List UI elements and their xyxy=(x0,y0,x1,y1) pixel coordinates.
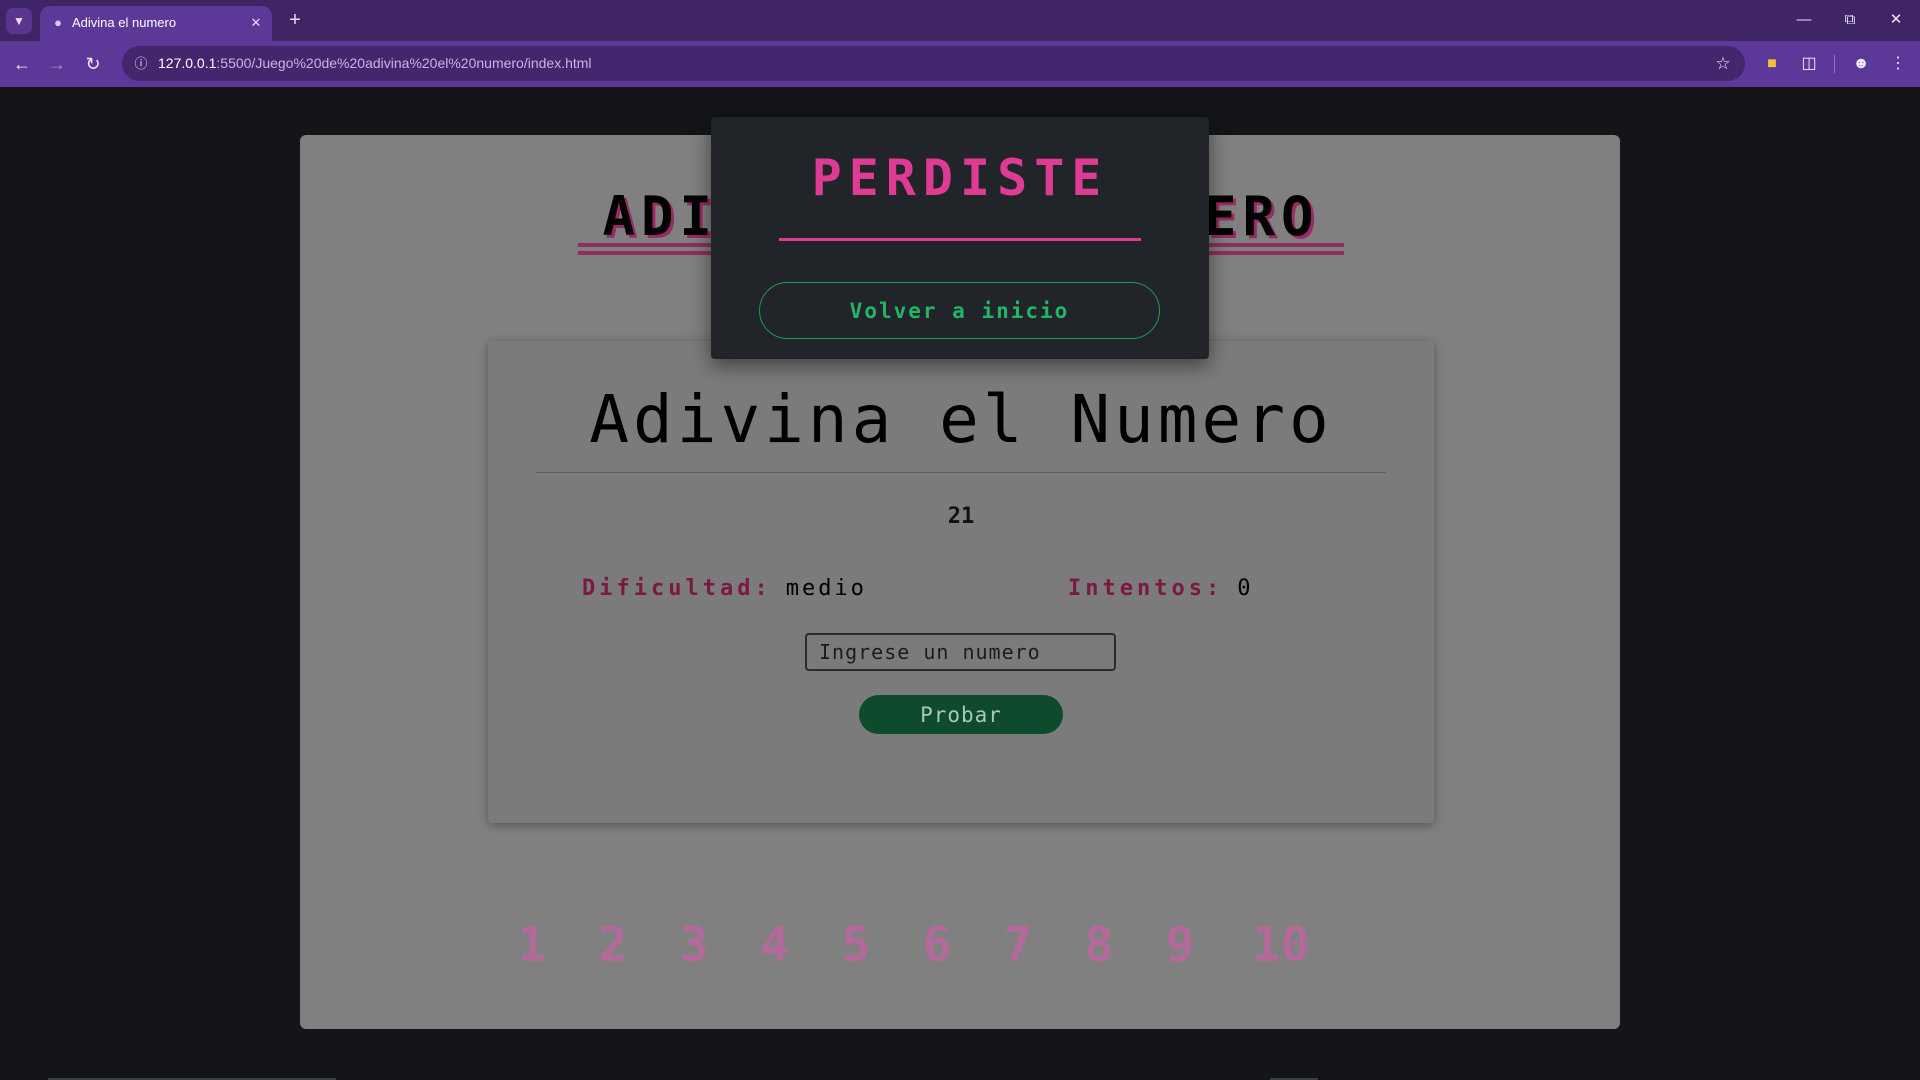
lost-modal: PERDISTE Volver a inicio xyxy=(711,117,1209,359)
try-button[interactable]: Probar xyxy=(859,695,1063,734)
attempts-value: 0 xyxy=(1237,576,1254,601)
url-text: 127.0.0.1:5500/Juego%20de%20adivina%20el… xyxy=(158,55,592,71)
new-tab-button[interactable]: + xyxy=(282,8,308,34)
number-item: 4 xyxy=(760,917,790,973)
difficulty-stat: Dificultad: medio xyxy=(582,576,867,601)
attempts-stat: Intentos: 0 xyxy=(1068,576,1253,601)
guess-input[interactable] xyxy=(805,633,1116,671)
back-to-home-button[interactable]: Volver a inicio xyxy=(759,282,1160,339)
number-item: 3 xyxy=(679,917,709,973)
page-viewport: ADI ERO Adivina el Numero 21 Dificultad: m… xyxy=(0,87,1920,1080)
modal-title: PERDISTE xyxy=(811,149,1109,207)
arrow-right-icon: → xyxy=(48,54,66,74)
extensions-button[interactable]: ◫ xyxy=(1795,50,1823,78)
number-item: 5 xyxy=(841,917,871,973)
number-item: 9 xyxy=(1165,917,1195,973)
url-path: :5500/Juego%20de%20adivina%20el%20numero… xyxy=(216,55,592,71)
number-item: 10 xyxy=(1252,917,1310,973)
incognito-icon: ● xyxy=(54,15,62,30)
number-item: 7 xyxy=(1003,917,1033,973)
person-icon: ☻ xyxy=(1852,55,1870,72)
modal-title-underline xyxy=(779,238,1141,241)
browser-toolbar: ← → ↻ ⓘ 127.0.0.1:5500/Juego%20de%20adiv… xyxy=(0,41,1920,87)
tab-close-button[interactable]: ✕ xyxy=(246,13,266,33)
tab-search-button[interactable]: ▼ xyxy=(6,8,32,34)
chevron-down-icon: ▼ xyxy=(13,14,25,28)
close-icon: ✕ xyxy=(1889,11,1903,28)
kebab-icon: ⋮ xyxy=(1890,55,1906,72)
page-title-left: ADI xyxy=(602,185,718,248)
number-item: 6 xyxy=(922,917,952,973)
forward-button[interactable]: → xyxy=(43,50,71,78)
reload-button[interactable]: ↻ xyxy=(79,50,107,78)
number-item: 1 xyxy=(517,917,547,973)
minimize-icon: — xyxy=(1796,11,1812,28)
close-icon: ✕ xyxy=(250,15,262,30)
url-host: 127.0.0.1 xyxy=(158,55,217,71)
plus-icon: + xyxy=(289,9,301,31)
attempts-label: Intentos: xyxy=(1068,576,1224,601)
tab-title: Adivina el numero xyxy=(72,15,177,30)
back-button[interactable]: ← xyxy=(8,50,36,78)
number-item: 8 xyxy=(1084,917,1114,973)
note-icon: ■ xyxy=(1767,55,1777,72)
divider xyxy=(536,472,1386,473)
secret-number: 21 xyxy=(947,504,975,529)
number-item: 2 xyxy=(598,917,628,973)
minimize-button[interactable]: — xyxy=(1782,4,1826,36)
restore-button[interactable]: ⧉ xyxy=(1828,4,1872,36)
restore-icon: ⧉ xyxy=(1844,11,1856,28)
reload-icon: ↻ xyxy=(85,54,101,74)
number-list: 1 2 3 4 5 6 7 8 9 10 xyxy=(400,917,1520,977)
extension-button[interactable]: ■ xyxy=(1758,50,1786,78)
address-bar[interactable]: ⓘ 127.0.0.1:5500/Juego%20de%20adivina%20… xyxy=(122,46,1745,81)
arrow-left-icon: ← xyxy=(13,54,31,74)
puzzle-icon: ◫ xyxy=(1801,55,1817,72)
browser-tab-bar: ▼ ● Adivina el numero ✕ + — ⧉ ✕ xyxy=(0,0,1920,41)
browser-menu-button[interactable]: ⋮ xyxy=(1884,50,1912,78)
difficulty-label: Dificultad: xyxy=(582,576,772,601)
profile-button[interactable]: ☻ xyxy=(1847,50,1875,78)
game-card: Adivina el Numero 21 Dificultad: medio In… xyxy=(488,341,1434,823)
info-icon[interactable]: ⓘ xyxy=(130,53,152,75)
page-title-right: ERO xyxy=(1204,185,1320,248)
toolbar-divider xyxy=(1834,55,1835,73)
card-title: Adivina el Numero xyxy=(589,381,1333,458)
difficulty-value: medio xyxy=(785,576,867,601)
browser-tab[interactable]: ● Adivina el numero ✕ xyxy=(40,6,272,41)
close-window-button[interactable]: ✕ xyxy=(1874,4,1918,36)
star-icon[interactable]: ☆ xyxy=(1711,52,1735,76)
